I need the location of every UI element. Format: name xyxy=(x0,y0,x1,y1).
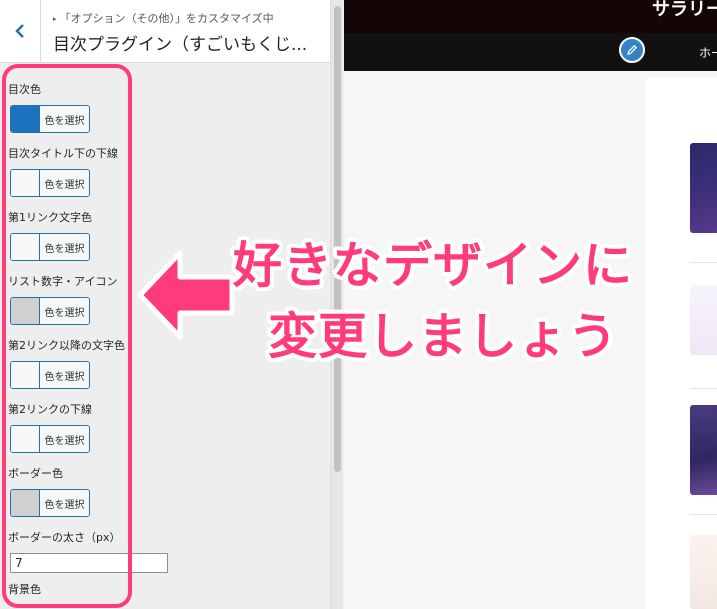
color-swatch xyxy=(11,426,40,452)
color-swatch xyxy=(11,490,40,516)
color-button-label: 色を選択 xyxy=(40,234,89,260)
site-title[interactable]: サラリー xyxy=(652,0,717,21)
control-title-underline: 目次タイトル下の下線 色を選択 xyxy=(8,145,118,197)
color-picker-button[interactable]: 色を選択 xyxy=(10,425,90,453)
site-navbar: ホー xyxy=(344,33,717,71)
color-picker-button[interactable]: 色を選択 xyxy=(10,169,90,197)
divider xyxy=(690,262,717,263)
post-thumbnail[interactable] xyxy=(690,405,717,495)
control-label: 第2リンク以降の文字色 xyxy=(8,339,125,352)
color-swatch xyxy=(11,298,40,324)
color-picker-button[interactable]: 色を選択 xyxy=(10,489,90,517)
control-border-color: ボーダー色 色を選択 xyxy=(8,465,90,517)
divider xyxy=(690,388,717,389)
divider xyxy=(690,514,717,515)
panel-header: ▸ 「オプション（その他）」をカスタマイズ中 目次プラグイン（すごいもくじ... xyxy=(0,0,330,63)
color-button-label: 色を選択 xyxy=(40,362,89,388)
control-label: 目次タイトル下の下線 xyxy=(8,147,118,160)
color-picker-button[interactable]: 色を選択 xyxy=(10,297,90,325)
control-label: ボーダーの太さ（px） xyxy=(8,531,121,544)
control-first-link-color: 第1リンク文字色 色を選択 xyxy=(8,209,92,261)
control-label: リスト数字・アイコン xyxy=(8,275,118,288)
color-swatch xyxy=(11,106,40,132)
color-button-label: 色を選択 xyxy=(40,426,89,452)
control-label: ボーダー色 xyxy=(8,467,63,480)
control-second-link-underline: 第2リンクの下線 色を選択 xyxy=(8,401,92,453)
chevron-left-icon xyxy=(15,24,24,38)
control-label: 第2リンクの下線 xyxy=(8,403,92,416)
color-picker-button[interactable]: 色を選択 xyxy=(10,361,90,389)
nav-item-home[interactable]: ホー xyxy=(699,44,717,61)
control-background-color: 背景色 xyxy=(8,581,41,597)
color-swatch xyxy=(11,362,40,388)
control-label: 背景色 xyxy=(8,583,41,596)
post-thumbnail[interactable] xyxy=(690,143,717,233)
post-thumbnail[interactable] xyxy=(690,535,717,609)
color-button-label: 色を選択 xyxy=(40,170,89,196)
control-toc-color: 目次色 色を選択 xyxy=(8,81,90,133)
border-width-input[interactable]: 7 xyxy=(10,553,168,573)
color-button-label: 色を選択 xyxy=(40,106,89,132)
post-thumbnail[interactable] xyxy=(690,285,717,355)
breadcrumb: ▸ 「オプション（その他）」をカスタマイズ中 xyxy=(53,12,274,25)
control-second-link-color: 第2リンク以降の文字色 色を選択 xyxy=(8,337,125,389)
edit-shortcut-button[interactable] xyxy=(619,37,645,63)
control-border-width: ボーダーの太さ（px） 7 xyxy=(8,529,168,573)
panel-title: 目次プラグイン（すごいもくじ... xyxy=(53,35,308,55)
triangle-icon: ▸ xyxy=(53,15,57,23)
control-label: 目次色 xyxy=(8,83,41,96)
control-list-number-icon: リスト数字・アイコン 色を選択 xyxy=(8,273,118,325)
color-swatch xyxy=(11,234,40,260)
control-label: 第1リンク文字色 xyxy=(8,211,92,224)
pencil-icon xyxy=(627,44,638,55)
color-picker-button[interactable]: 色を選択 xyxy=(10,105,90,133)
color-swatch xyxy=(11,170,40,196)
back-button[interactable] xyxy=(0,0,41,62)
color-picker-button[interactable]: 色を選択 xyxy=(10,233,90,261)
arrow-left-icon xyxy=(137,250,235,340)
site-header: サラリー xyxy=(344,0,717,33)
caption-line-2: 変更しましょう xyxy=(268,308,619,365)
color-button-label: 色を選択 xyxy=(40,490,89,516)
caption-line-1: 好きなデザインに xyxy=(233,237,634,294)
color-button-label: 色を選択 xyxy=(40,298,89,324)
